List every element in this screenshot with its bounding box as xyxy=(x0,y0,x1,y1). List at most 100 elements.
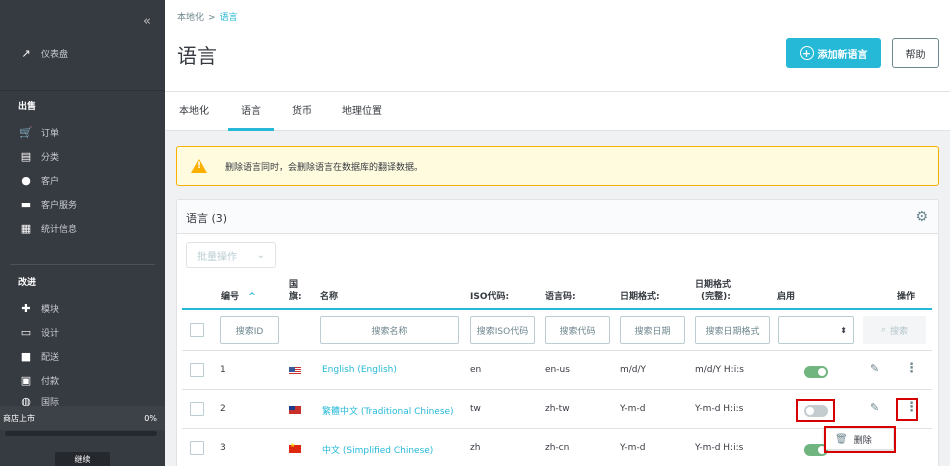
chevron-down-icon: ⌄ xyxy=(256,249,265,261)
filter-enabled-select[interactable]: ⬍ xyxy=(778,316,854,344)
filter-date-format-input[interactable]: 搜索日期 xyxy=(620,316,685,344)
breadcrumb-item[interactable]: 本地化 xyxy=(177,13,204,23)
filter-id-input[interactable]: 搜索ID xyxy=(220,316,279,344)
cell-id: 2 xyxy=(220,404,226,414)
tab-languages[interactable]: 语言 xyxy=(228,92,274,131)
sidebar-item-label: 模块 xyxy=(41,304,60,315)
sidebar-item-catalog[interactable]: ▤ 分类 xyxy=(18,148,59,164)
sidebar-item-international[interactable]: ◍ 国际 xyxy=(18,396,59,406)
header-label: 日期格式 xyxy=(695,280,732,290)
store-icon: ▤ xyxy=(20,149,32,163)
column-header-name[interactable]: 名称 xyxy=(320,291,338,303)
cell-name-link[interactable]: 繁體中文 (Traditional Chinese) xyxy=(322,404,454,417)
search-button[interactable]: ⌕ 搜索 xyxy=(863,316,926,344)
header-label: 编号 xyxy=(221,292,240,302)
filter-name-input[interactable]: 搜索名称 xyxy=(320,316,459,344)
bulk-actions-button[interactable]: 批量操作 ⌄ xyxy=(186,242,276,268)
select-all-checkbox[interactable] xyxy=(190,323,204,337)
sidebar-item-design[interactable]: ▭ 设计 xyxy=(18,324,59,340)
sidebar-item-customer-service[interactable]: ▬ 客户服务 xyxy=(18,196,77,212)
cell-date-format: m/d/Y xyxy=(620,365,647,375)
breadcrumb-item-current[interactable]: 语言 xyxy=(220,13,238,23)
sidebar-item-modules[interactable]: ✚ 模块 xyxy=(18,300,59,316)
gear-icon[interactable]: ⚙ xyxy=(915,209,928,225)
puzzle-icon: ✚ xyxy=(21,301,31,315)
sidebar-item-label: 分类 xyxy=(41,152,60,163)
truck-icon: ■ xyxy=(20,349,32,363)
filter-full-date-input[interactable]: 搜索日期格式 xyxy=(695,316,770,344)
breadcrumb: 本地化 > 语言 xyxy=(177,10,238,23)
row-checkbox[interactable] xyxy=(190,402,204,416)
cell-id: 1 xyxy=(220,365,226,375)
enabled-toggle[interactable] xyxy=(804,366,828,378)
sidebar-item-customers[interactable]: ● 客户 xyxy=(18,172,59,188)
sidebar-item-dashboard[interactable]: ↗ 仪表盘 xyxy=(18,45,68,61)
highlight-delete-box xyxy=(824,426,896,453)
search-icon: ⌕ xyxy=(880,325,887,335)
warning-icon xyxy=(191,159,207,173)
header-underline xyxy=(182,308,932,310)
row-divider xyxy=(182,350,932,351)
bulk-actions-label: 批量操作 xyxy=(197,251,237,263)
user-circle-icon: ● xyxy=(21,173,31,187)
row-divider xyxy=(182,428,932,429)
cell-iso: zh xyxy=(470,443,481,453)
tab-bar: 本地化 语言 货币 地理位置 xyxy=(165,92,950,131)
page-title: 语言 xyxy=(177,44,217,68)
sidebar-divider xyxy=(0,90,165,91)
continue-button[interactable]: 继续 xyxy=(55,452,110,466)
column-header-full-date-format[interactable]: 日期格式 (完整): xyxy=(695,279,731,303)
cn-flag-icon xyxy=(289,442,301,453)
chart-icon: ▦ xyxy=(20,221,32,235)
filter-lang-code-input[interactable]: 搜索代码 xyxy=(545,316,610,344)
sidebar-item-shipping[interactable]: ■ 配送 xyxy=(18,348,59,364)
tab-localization[interactable]: 本地化 xyxy=(179,92,209,131)
highlight-toggle-box xyxy=(796,399,835,422)
shop-launch-status: 商店上市 0% xyxy=(0,406,165,430)
tab-geolocation[interactable]: 地理位置 xyxy=(342,92,382,131)
header-label: (完整): xyxy=(701,292,731,302)
sidebar-item-label: 设计 xyxy=(41,328,60,339)
select-arrows-icon: ⬍ xyxy=(840,325,847,335)
cell-full-date-format: Y-m-d H:i:s xyxy=(695,404,744,414)
more-actions-icon[interactable]: ⋮ xyxy=(905,361,918,376)
row-checkbox[interactable] xyxy=(190,363,204,377)
shop-launch-progress-bar xyxy=(5,431,157,436)
sidebar-item-label: 订单 xyxy=(41,128,60,139)
credit-card-icon: ▣ xyxy=(20,373,32,387)
column-header-enabled[interactable]: 启用 xyxy=(777,291,795,303)
add-language-button[interactable]: + 添加新语言 xyxy=(786,38,881,68)
column-header-iso[interactable]: ISO代码: xyxy=(470,291,509,303)
highlight-kebab-box xyxy=(896,398,918,421)
cell-date-format: Y-m-d xyxy=(620,404,646,414)
cell-lang-code: en-us xyxy=(545,365,570,375)
column-header-flag: 国 旗: xyxy=(289,279,302,303)
row-checkbox[interactable] xyxy=(190,441,204,455)
edit-pencil-icon[interactable]: ✎ xyxy=(870,401,879,414)
cart-icon: 🛒 xyxy=(19,125,33,139)
edit-pencil-icon[interactable]: ✎ xyxy=(870,362,879,375)
cell-iso: en xyxy=(470,365,482,375)
column-header-lang-code[interactable]: 语言码: xyxy=(545,291,576,303)
sidebar-item-label: 客户 xyxy=(41,176,60,187)
collapse-sidebar-button[interactable]: « xyxy=(143,14,151,29)
sidebar-item-label: 国际 xyxy=(41,397,60,407)
sidebar-item-orders[interactable]: 🛒 订单 xyxy=(18,124,59,140)
cell-date-format: Y-m-d xyxy=(620,443,646,453)
card-header: 语言 (3) ⚙ xyxy=(177,200,938,234)
column-header-id[interactable]: 编号 ^ xyxy=(221,291,256,303)
tab-currencies[interactable]: 货币 xyxy=(292,92,312,131)
sidebar-item-label: 统计信息 xyxy=(41,224,78,235)
sidebar: « ↗ 仪表盘 出售 🛒 订单 ▤ 分类 ● 客户 ▬ 客户服务 ▦ 统计信息 … xyxy=(0,0,165,466)
column-header-date-format[interactable]: 日期格式: xyxy=(620,291,660,303)
cell-id: 3 xyxy=(220,443,226,453)
cell-iso: tw xyxy=(470,404,481,414)
cell-name-link[interactable]: 中文 (Simplified Chinese) xyxy=(322,443,433,456)
filter-iso-input[interactable]: 搜索ISO代码 xyxy=(470,316,535,344)
help-button[interactable]: 帮助 xyxy=(892,38,939,68)
sidebar-item-payment[interactable]: ▣ 付款 xyxy=(18,372,59,388)
shop-launch-percent: 0% xyxy=(144,413,157,423)
sidebar-item-stats[interactable]: ▦ 统计信息 xyxy=(18,220,77,236)
cell-name-link[interactable]: English (English) xyxy=(322,365,397,375)
cell-lang-code: zh-cn xyxy=(545,443,570,453)
